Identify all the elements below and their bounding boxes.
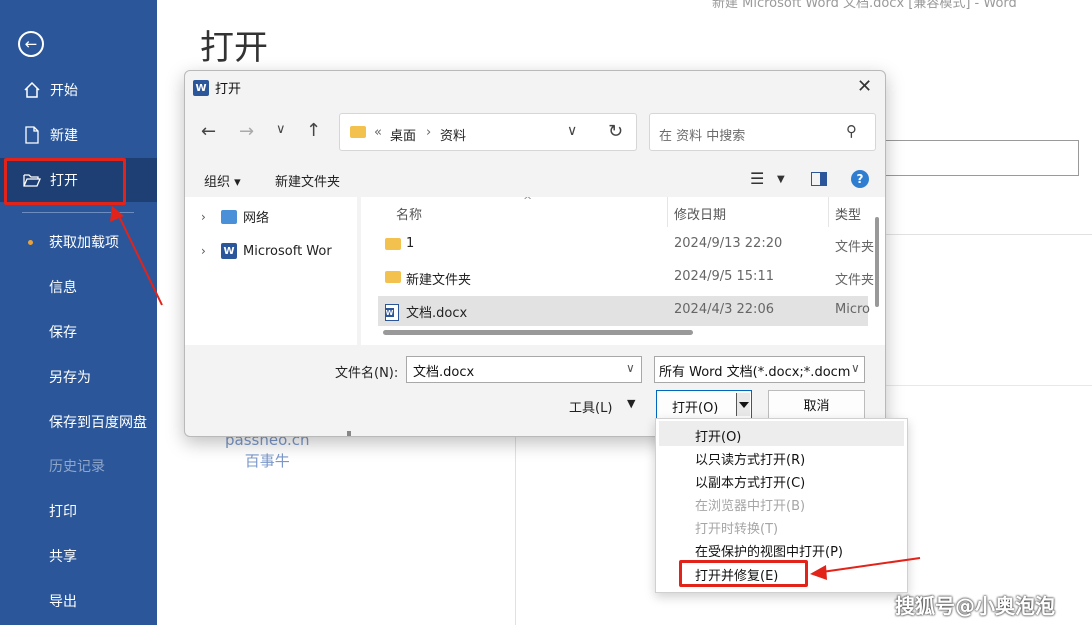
corner-watermark: 搜狐号@小奥泡泡 [895, 594, 1055, 618]
annotation-arrow-line [117, 213, 163, 306]
annotation-arrows [110, 206, 921, 580]
annotation-arrow-line [821, 557, 921, 573]
annotation-arrow-head [110, 206, 124, 222]
annotation-arrow-head [810, 565, 827, 580]
